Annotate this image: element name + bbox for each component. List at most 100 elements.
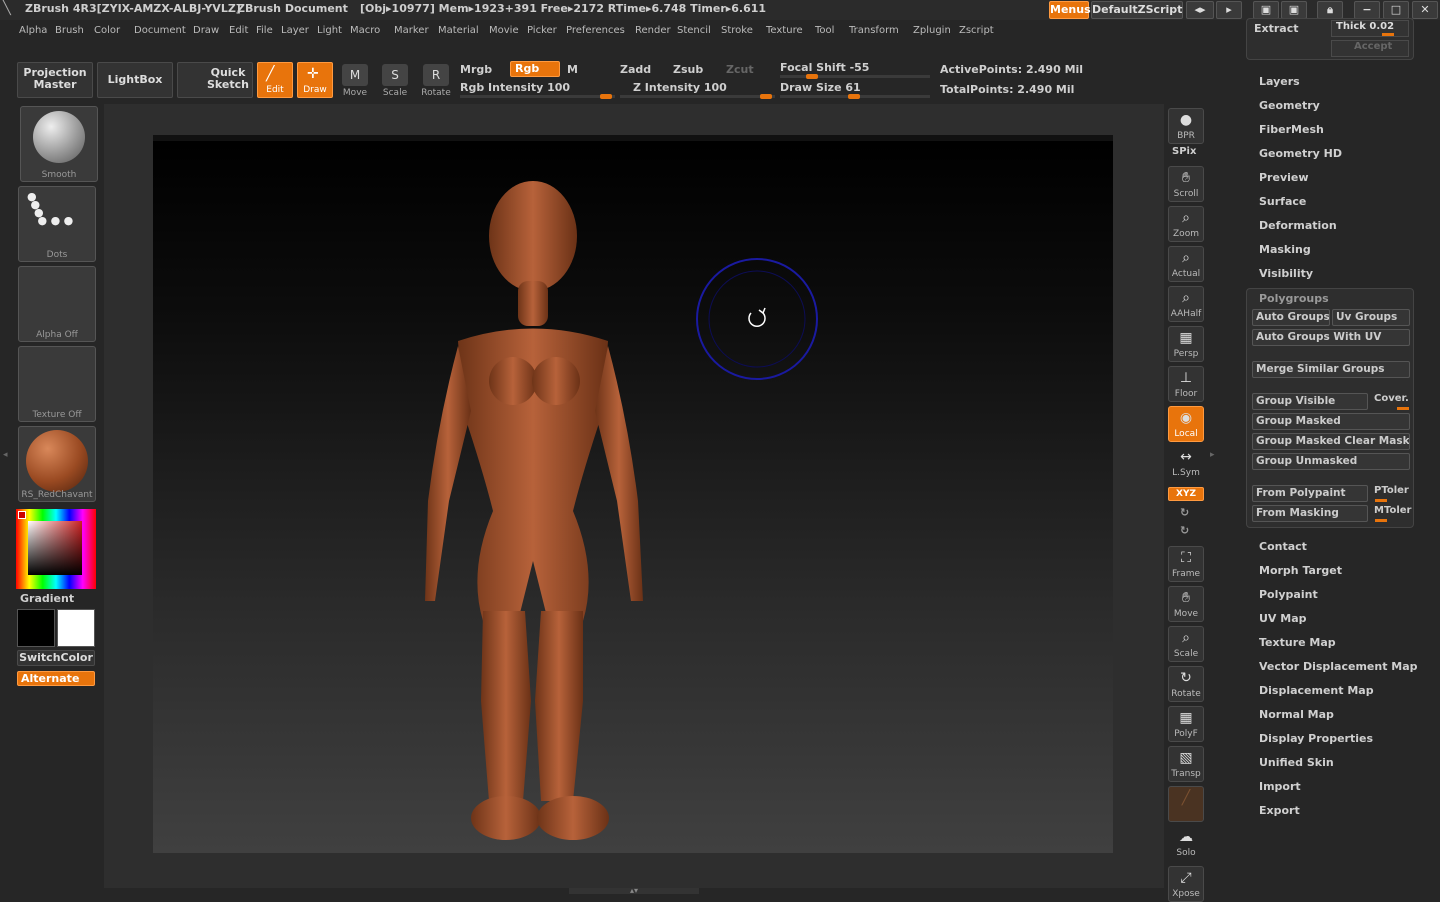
rgb-intensity-slider[interactable] [460,94,615,99]
menu-movie[interactable]: Movie [489,25,519,36]
group-masked-clear-mask-button[interactable]: Group Masked Clear Mask [1252,433,1410,450]
subpalette-fibermesh[interactable]: FiberMesh [1259,123,1324,136]
menu-picker[interactable]: Picker [527,25,557,36]
menu-render[interactable]: Render [635,25,671,36]
scale-button[interactable]: S Scale [380,64,410,98]
from-polypaint-button[interactable]: From Polypaint [1252,485,1368,502]
menu-tool[interactable]: Tool [815,25,834,36]
gradient-label[interactable]: Gradient [20,592,74,605]
auto-groups-with-uv-button[interactable]: Auto Groups With UV [1252,329,1410,346]
lightbox-button[interactable]: LightBox [97,62,173,98]
menu-alpha[interactable]: Alpha [19,25,47,36]
solo-button[interactable]: ☁︎ Solo [1168,826,1204,862]
secondary-color-swatch[interactable] [57,609,95,647]
subpalette-masking[interactable]: Masking [1259,243,1311,256]
aahalf-button[interactable]: ⌕ AAHalf [1168,286,1204,322]
right-collapse-icon[interactable]: ▸ [1210,450,1215,460]
menu-color[interactable]: Color [94,25,120,36]
main-color-swatch[interactable] [17,609,55,647]
ptoler-slider[interactable]: PToler [1374,485,1409,496]
xyz-button[interactable]: XYZ [1168,487,1204,501]
material-thumbnail[interactable]: RS_RedChavant [18,426,96,502]
color-picker[interactable] [16,509,96,589]
subpalette-polypaint[interactable]: Polypaint [1259,588,1318,601]
color-picker-square[interactable] [28,521,82,575]
menu-texture[interactable]: Texture [766,25,803,36]
stroke-thumbnail[interactable]: ● ● ● ● ● ● Dots [18,186,96,262]
extract-button[interactable]: Extract [1254,22,1299,35]
menu-light[interactable]: Light [317,25,342,36]
model-figure[interactable] [153,141,1113,859]
subpalette-export[interactable]: Export [1259,804,1300,817]
switchcolor-button[interactable]: SwitchColor [17,650,95,666]
menu-stencil[interactable]: Stencil [677,25,711,36]
rgb-toggle[interactable]: Rgb [510,61,560,77]
subpalette-unified-skin[interactable]: Unified Skin [1259,756,1334,769]
minimize-icon[interactable]: − [1354,1,1380,19]
subpalette-morph-target[interactable]: Morph Target [1259,564,1342,577]
window-layout-2-icon[interactable]: ▣ [1281,1,1307,19]
spix-label[interactable]: SPix [1172,146,1196,157]
subpalette-uv-map[interactable]: UV Map [1259,612,1307,625]
subpalette-surface[interactable]: Surface [1259,195,1306,208]
draw-size-slider[interactable] [780,94,930,99]
mrgb-toggle[interactable]: Mrgb [460,63,492,76]
subpalette-vector-displacement-map[interactable]: Vector Displacement Map [1259,660,1418,673]
polyf-button[interactable]: ▦ PolyF [1168,706,1204,742]
bottom-tray-handle-icon[interactable]: ▴▾ [569,887,699,895]
menu-brush[interactable]: Brush [55,25,84,36]
brush-thumbnail[interactable]: Smooth [20,106,98,182]
subpalette-geometry[interactable]: Geometry [1259,99,1320,112]
rotate-y-icon[interactable]: ↻ [1180,506,1189,519]
zoom-button[interactable]: ⌕ Zoom [1168,206,1204,242]
menu-stroke[interactable]: Stroke [721,25,753,36]
subpalette-deformation[interactable]: Deformation [1259,219,1337,232]
transp-button[interactable]: ▧ Transp [1168,746,1204,782]
auto-groups-button[interactable]: Auto Groups [1252,309,1330,326]
maximize-icon[interactable]: □ [1383,1,1409,19]
group-masked-button[interactable]: Group Masked [1252,413,1410,430]
layout-next-icon[interactable]: ▸ [1216,1,1242,19]
menu-edit[interactable]: Edit [229,25,248,36]
scale-view-button[interactable]: ⌕ Scale [1168,626,1204,662]
coverage-slider[interactable]: Cover. [1374,393,1409,404]
edit-button[interactable]: Edit [257,62,293,98]
from-masking-button[interactable]: From Masking [1252,505,1368,522]
projection-master-button[interactable]: Projection Master [17,62,93,98]
menu-material[interactable]: Material [438,25,479,36]
subpalette-geometry-hd[interactable]: Geometry HD [1259,147,1342,160]
close-icon[interactable]: ✕ [1412,1,1438,19]
subpalette-visibility[interactable]: Visibility [1259,267,1313,280]
local-button[interactable]: ◉ Local [1168,406,1204,442]
menu-document[interactable]: Document [134,25,186,36]
subpalette-displacement-map[interactable]: Displacement Map [1259,684,1374,697]
zcut-toggle[interactable]: Zcut [726,63,754,76]
menu-zplugin[interactable]: Zplugin [913,25,951,36]
menu-macro[interactable]: Macro [350,25,380,36]
frame-button[interactable]: ⛶ Frame [1168,546,1204,582]
menus-button[interactable]: Menus [1049,1,1091,19]
subpalette-normal-map[interactable]: Normal Map [1259,708,1334,721]
alternate-button[interactable]: Alternate [17,671,95,686]
uv-groups-button[interactable]: Uv Groups [1332,309,1410,326]
window-layout-icon[interactable]: ▣ [1253,1,1279,19]
z-intensity-slider[interactable] [620,94,775,99]
focal-shift-slider[interactable] [780,74,930,79]
subpalette-texture-map[interactable]: Texture Map [1259,636,1336,649]
scroll-button[interactable]: ✋︎ Scroll [1168,166,1204,202]
menu-preferences[interactable]: Preferences [566,25,625,36]
menu-file[interactable]: File [256,25,273,36]
left-collapse-icon[interactable]: ◂ [3,450,8,460]
menu-marker[interactable]: Marker [394,25,429,36]
actual-button[interactable]: ⌕ Actual [1168,246,1204,282]
texture-thumbnail[interactable]: Texture Off [18,346,96,422]
m-toggle[interactable]: M [567,63,578,76]
merge-similar-groups-button[interactable]: Merge Similar Groups [1252,361,1410,378]
subpalette-contact[interactable]: Contact [1259,540,1307,553]
quick-sketch-button[interactable]: Quick Sketch [177,62,253,98]
subpalette-import[interactable]: Import [1259,780,1301,793]
zadd-toggle[interactable]: Zadd [620,63,651,76]
ghost-button[interactable]: ╱ [1168,786,1204,822]
layout-arrows-icon[interactable]: ◂▸ [1186,1,1214,19]
mtoler-slider[interactable]: MToler [1374,505,1411,516]
